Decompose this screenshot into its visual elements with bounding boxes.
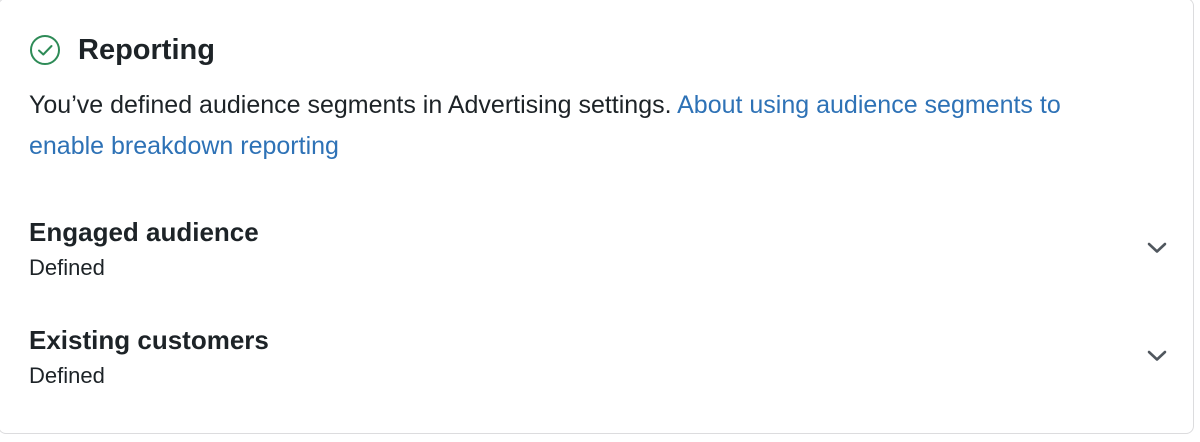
- segment-name: Engaged audience: [29, 217, 259, 247]
- segment-row-engaged-audience[interactable]: Engaged audience Defined: [29, 216, 1169, 296]
- segment-row-existing-customers[interactable]: Existing customers Defined: [29, 324, 1169, 404]
- segment-status: Defined: [29, 255, 105, 280]
- section-description: You’ve defined audience segments in Adve…: [29, 85, 1129, 167]
- reporting-card: Reporting You’ve defined audience segmen…: [0, 0, 1194, 434]
- chevron-down-icon[interactable]: [1145, 344, 1169, 368]
- description-text: You’ve defined audience segments in Adve…: [29, 91, 678, 119]
- reporting-header: Reporting: [29, 32, 215, 68]
- check-circle-icon: [29, 34, 61, 66]
- segment-name: Existing customers: [29, 325, 269, 355]
- segment-status: Defined: [29, 363, 105, 388]
- chevron-down-icon[interactable]: [1145, 236, 1169, 260]
- section-title: Reporting: [78, 34, 215, 66]
